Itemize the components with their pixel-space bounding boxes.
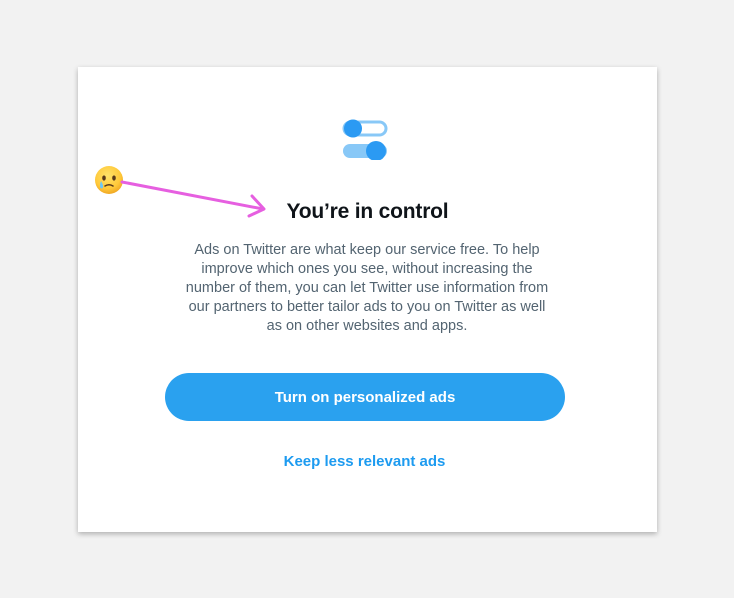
description-line: improve which ones you see, without incr… xyxy=(201,261,533,277)
description-line: number of them, you can let Twitter use … xyxy=(185,280,549,296)
description-line: our partners to better tailor ads to you… xyxy=(188,299,546,315)
turn-on-personalized-ads-button[interactable]: Turn on personalized ads xyxy=(165,373,565,421)
keep-less-relevant-ads-link[interactable]: Keep less relevant ads xyxy=(78,453,651,470)
toggle-settings-icon xyxy=(342,119,388,160)
description-line: Ads on Twitter are what keep our service… xyxy=(194,242,540,258)
page-background: You’re in control Ads on Twitter are wha… xyxy=(0,0,734,598)
description-line: as on other websites and apps. xyxy=(266,318,468,334)
personalized-ads-dialog: You’re in control Ads on Twitter are wha… xyxy=(78,67,657,532)
dialog-description: Ads on Twitter are what keep our service… xyxy=(162,241,572,336)
arrow-annotation xyxy=(120,180,266,218)
